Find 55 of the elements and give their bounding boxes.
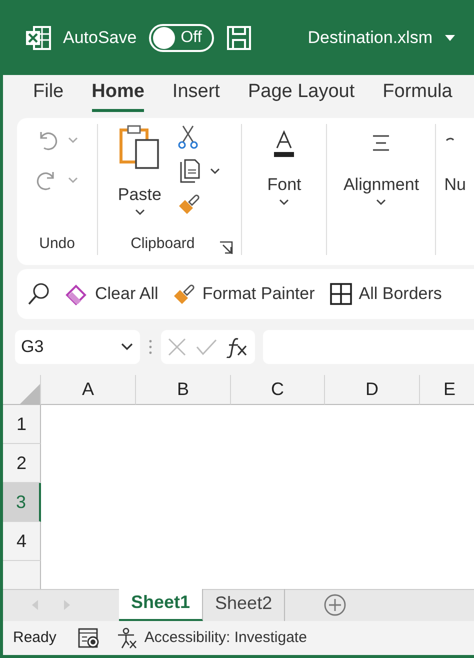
caret-icon <box>278 198 290 206</box>
row-header[interactable]: 2 <box>3 444 41 483</box>
enter-icon[interactable] <box>195 337 217 357</box>
column-header[interactable]: D <box>325 375 420 405</box>
autosave-toggle[interactable]: Off <box>148 24 214 52</box>
ribbon-tab[interactable]: Formula <box>382 78 452 112</box>
row-header[interactable]: 1 <box>3 405 41 444</box>
autosave-label: AutoSave <box>63 26 137 49</box>
group-label: Undo <box>39 234 75 254</box>
sheet-tab[interactable]: Sheet1 <box>119 589 204 621</box>
ribbon-tab[interactable]: Home <box>92 78 144 112</box>
search-icon[interactable] <box>27 282 51 306</box>
status-text: Ready <box>13 628 56 648</box>
caret-icon[interactable] <box>120 342 134 352</box>
number-format-icon <box>446 136 454 141</box>
dialog-launcher-icon[interactable] <box>219 241 234 255</box>
accessibility-button[interactable]: Accessibility: Investigate <box>116 626 307 650</box>
ribbon-group-button[interactable]: Font <box>250 130 318 206</box>
name-box[interactable]: G3 <box>15 330 140 364</box>
accessibility-icon <box>116 627 138 649</box>
file-name[interactable]: Destination.xlsm <box>308 24 432 50</box>
caret-icon <box>134 208 146 216</box>
insert-function-icon[interactable] <box>225 336 249 358</box>
ribbon-tab[interactable]: File <box>33 78 64 112</box>
eraser-icon <box>65 282 89 306</box>
column-header[interactable]: E <box>420 375 474 405</box>
ribbon-tab[interactable]: Page Layout <box>248 78 355 112</box>
caret-icon[interactable] <box>444 34 454 40</box>
ribbon-group-button[interactable]: Nu <box>444 130 466 198</box>
add-sheet-icon[interactable] <box>323 593 348 617</box>
toolbar-button[interactable]: Clear All <box>65 281 158 307</box>
caret-icon[interactable] <box>209 167 222 175</box>
drag-handle-icon[interactable] <box>148 337 153 357</box>
sheet-tab[interactable]: Sheet2 <box>203 589 286 621</box>
paste-button[interactable]: Paste <box>118 124 162 216</box>
cut-icon[interactable] <box>177 124 200 150</box>
brush-icon <box>172 282 196 306</box>
toolbar-button[interactable]: Format Painter <box>172 281 315 307</box>
cancel-icon[interactable] <box>167 337 187 357</box>
caret-icon <box>375 198 388 206</box>
row-header[interactable]: 3 <box>3 483 41 522</box>
font-color-icon <box>272 130 296 158</box>
column-header[interactable]: C <box>231 375 325 405</box>
row-header[interactable]: 4 <box>3 522 41 561</box>
column-header[interactable]: A <box>41 375 136 405</box>
ribbon-group-button[interactable]: Alignment <box>335 130 428 206</box>
group-label: Clipboard <box>130 234 196 254</box>
macro-record-icon[interactable] <box>78 627 100 649</box>
borders-icon <box>328 282 353 306</box>
ribbon-tab[interactable]: Insert <box>172 78 220 112</box>
column-header[interactable]: B <box>136 375 231 405</box>
save-icon[interactable] <box>226 24 252 50</box>
toolbar-button[interactable]: All Borders <box>328 281 442 307</box>
format-painter-icon[interactable] <box>177 192 202 216</box>
excel-logo-icon <box>25 24 51 50</box>
